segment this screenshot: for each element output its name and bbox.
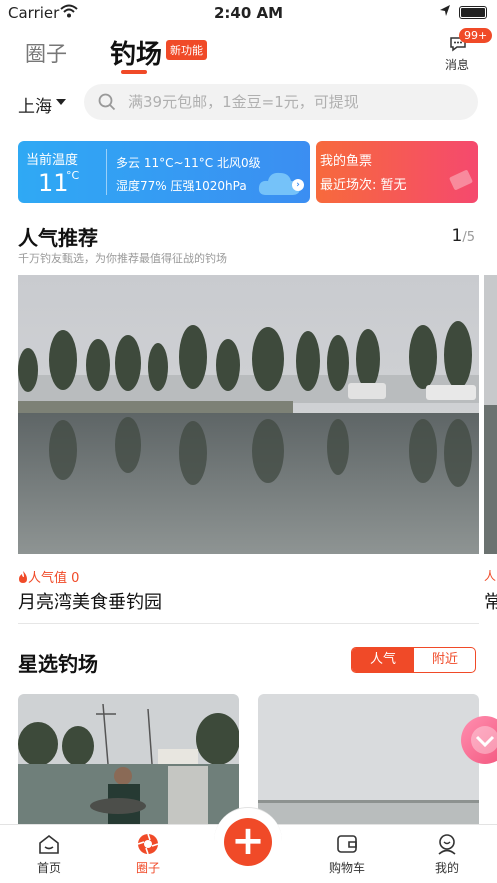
sort-popular-button[interactable]: 人气 — [352, 648, 414, 672]
featured-section-title: 星选钓场 — [18, 652, 98, 676]
featured-spot-card[interactable] — [18, 694, 239, 824]
popular-section-subtitle: 千万钓友甄选，为你推荐最值得征战的钓场 — [18, 252, 227, 265]
nav-cart[interactable]: 购物车 — [317, 829, 377, 879]
featured-spot-image — [18, 694, 239, 824]
next-spot-photo[interactable] — [484, 275, 497, 554]
new-feature-badge: 新功能 — [166, 40, 207, 60]
search-row: 上海 — [0, 84, 497, 120]
clock: 2:40 AM — [213, 4, 284, 22]
sort-toggle: 人气 附近 — [351, 647, 476, 673]
home-icon — [39, 834, 59, 854]
message-count-badge: 99+ — [459, 28, 493, 43]
search-input[interactable] — [128, 84, 468, 120]
flame-icon — [19, 571, 27, 583]
ticket-recent: 最近场次: 暂无 — [320, 178, 407, 193]
profile-icon — [438, 834, 456, 855]
current-temp-label: 当前温度 — [26, 153, 79, 168]
add-post-button[interactable]: + — [224, 818, 272, 866]
humidity-pressure: 湿度77% 压强1020hPa — [116, 179, 247, 193]
next-spot-name[interactable]: 常 — [484, 588, 497, 614]
messages-label: 消息 — [444, 58, 469, 72]
fish-ticket-card[interactable]: 我的鱼票 最近场次: 暂无 — [316, 141, 478, 203]
temp-unit: °C — [66, 169, 80, 182]
floating-promo-button[interactable] — [461, 716, 497, 764]
tab-fishing-spot[interactable]: 钓场 — [110, 34, 162, 71]
nav-home-label: 首页 — [36, 861, 61, 875]
divider — [18, 623, 479, 624]
spot-hero-photo[interactable] — [18, 275, 479, 554]
nav-circle-label: 圈子 — [135, 861, 160, 875]
nav-mine[interactable]: 我的 — [417, 829, 477, 879]
battery-icon — [459, 6, 487, 19]
location-arrow-icon — [440, 5, 450, 16]
chevron-down-icon — [471, 726, 497, 754]
featured-spot-image — [258, 694, 479, 824]
nav-cart-label: 购物车 — [328, 861, 365, 875]
search-icon — [98, 93, 116, 111]
featured-spot-card[interactable] — [258, 694, 479, 824]
wallet-icon — [337, 835, 357, 853]
search-bar[interactable] — [84, 84, 478, 120]
active-tab-indicator — [121, 70, 147, 74]
sort-nearby-button[interactable]: 附近 — [414, 648, 475, 672]
aperture-icon — [137, 833, 159, 855]
tab-circle[interactable]: 圈子 — [25, 38, 67, 68]
weather-card[interactable]: 当前温度 11 °C 多云 11°C~11°C 北风0级 湿度77% 压强102… — [18, 141, 310, 203]
status-bar: Carrier 2:40 AM — [0, 0, 497, 26]
popular-section-title: 人气推荐 — [18, 226, 98, 250]
nav-circle[interactable]: 圈子 — [118, 829, 178, 879]
ticket-label: 我的鱼票 — [320, 154, 373, 169]
weather-description: 多云 11°C~11°C 北风0级 — [116, 156, 261, 170]
spot-name[interactable]: 月亮湾美食垂钓园 — [18, 588, 162, 614]
nav-home[interactable]: 首页 — [19, 829, 79, 879]
popularity-value: 人气值 0 — [18, 567, 79, 586]
lake-scene-image — [18, 275, 479, 554]
current-temp-value: 11 — [38, 169, 69, 197]
caret-down-icon — [56, 99, 66, 105]
next-spot-popularity: 人 — [484, 569, 497, 583]
popularity-text: 人气值 0 — [28, 571, 80, 586]
ticket-icon — [449, 170, 473, 190]
top-tab-bar: 圈子 钓场 新功能 99+ 消息 — [0, 28, 497, 80]
divider — [106, 149, 107, 195]
carousel-pager: 1/5 — [452, 226, 475, 246]
next-spot-image — [484, 275, 497, 554]
pager-current: 1 — [451, 226, 463, 246]
messages-button[interactable]: 99+ 消息 — [437, 28, 493, 76]
pager-total: /5 — [462, 230, 475, 245]
city-selector[interactable]: 上海 — [18, 92, 52, 117]
nav-mine-label: 我的 — [434, 861, 459, 875]
chevron-right-icon: › — [292, 179, 304, 191]
